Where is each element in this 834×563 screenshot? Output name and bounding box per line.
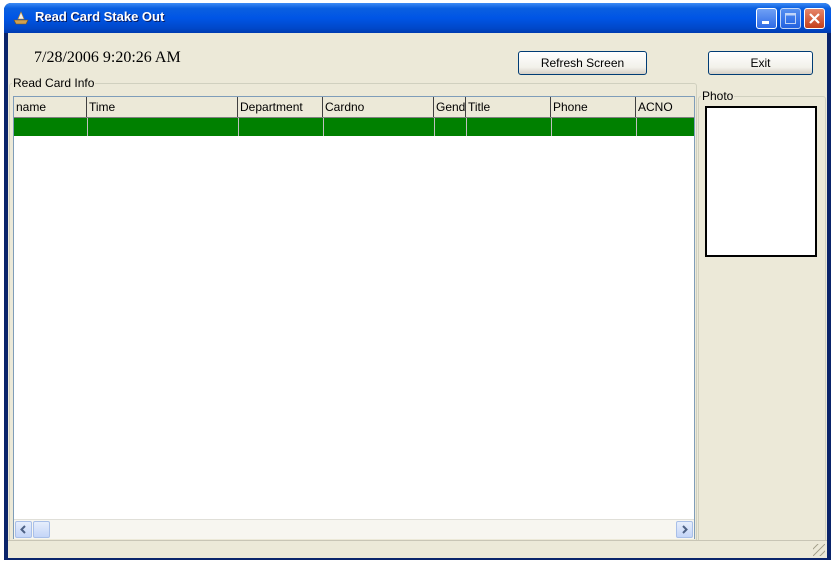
cell-separator xyxy=(238,118,239,136)
photo-legend: Photo xyxy=(702,89,734,103)
window-title: Read Card Stake Out xyxy=(35,9,165,24)
column-header-department[interactable]: Department xyxy=(238,97,323,117)
read-card-grid[interactable]: name Time Department Cardno Gend Title P… xyxy=(13,96,695,539)
resize-grip-icon[interactable] xyxy=(813,544,825,556)
scroll-left-button[interactable] xyxy=(15,521,32,538)
minimize-button[interactable] xyxy=(756,8,777,29)
column-header-gender[interactable]: Gend xyxy=(434,97,466,117)
maximize-button[interactable] xyxy=(780,8,801,29)
maximize-icon xyxy=(785,13,796,24)
chevron-right-icon xyxy=(682,525,688,534)
photo-display xyxy=(705,106,817,257)
app-window: Read Card Stake Out 7/28/2006 9:20:26 AM… xyxy=(4,3,831,560)
column-header-time[interactable]: Time xyxy=(87,97,238,117)
column-header-title[interactable]: Title xyxy=(466,97,551,117)
close-button[interactable] xyxy=(804,8,825,29)
status-bar xyxy=(8,540,827,558)
scroll-thumb[interactable] xyxy=(33,521,50,538)
table-row-selected[interactable] xyxy=(14,118,694,136)
column-header-acno[interactable]: ACNO xyxy=(636,97,694,117)
read-card-info-legend: Read Card Info xyxy=(13,76,95,90)
scroll-right-button[interactable] xyxy=(676,521,693,538)
close-icon xyxy=(809,13,820,24)
cell-separator xyxy=(466,118,467,136)
grid-header: name Time Department Cardno Gend Title P… xyxy=(14,97,694,118)
column-header-cardno[interactable]: Cardno xyxy=(323,97,434,117)
refresh-screen-button[interactable]: Refresh Screen xyxy=(518,51,647,75)
column-header-name[interactable]: name xyxy=(14,97,87,117)
cell-separator xyxy=(87,118,88,136)
cell-separator xyxy=(323,118,324,136)
cell-separator xyxy=(551,118,552,136)
horizontal-scrollbar[interactable] xyxy=(14,519,694,539)
chevron-left-icon xyxy=(20,525,26,534)
ship-icon xyxy=(13,11,29,25)
minimize-icon xyxy=(762,21,769,24)
title-bar[interactable]: Read Card Stake Out xyxy=(4,3,831,33)
exit-button[interactable]: Exit xyxy=(708,51,813,75)
cell-separator xyxy=(434,118,435,136)
column-header-phone[interactable]: Phone xyxy=(551,97,636,117)
datetime-label: 7/28/2006 9:20:26 AM xyxy=(34,49,181,66)
cell-separator xyxy=(636,118,637,136)
client-area: 7/28/2006 9:20:26 AM Refresh Screen Exit… xyxy=(8,33,827,558)
